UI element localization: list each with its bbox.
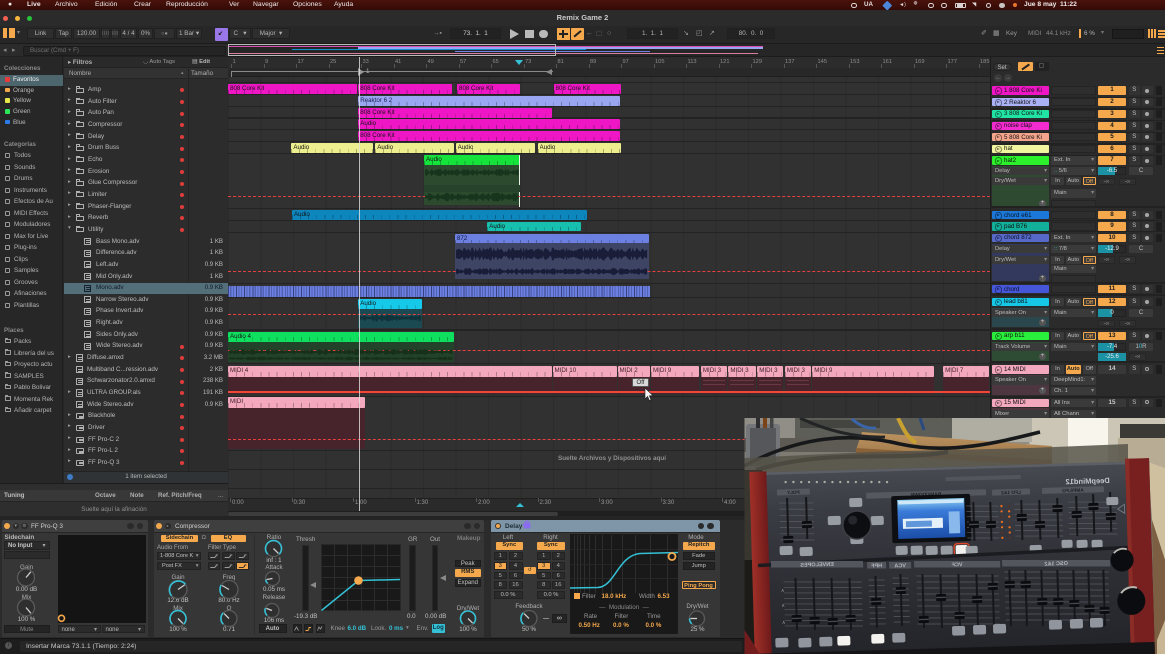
svg-text:∧: ∧ — [781, 603, 785, 609]
svg-text:OSC 1&2: OSC 1&2 — [1044, 561, 1068, 568]
svg-text:∧: ∧ — [781, 588, 785, 594]
svg-text:∧: ∧ — [782, 620, 786, 626]
svg-text:VCF: VCF — [951, 562, 963, 568]
svg-text:ENVELOPES: ENVELOPES — [800, 562, 834, 569]
svg-text:VCA: VCA — [894, 563, 906, 569]
svg-text:HPF: HPF — [870, 563, 882, 569]
